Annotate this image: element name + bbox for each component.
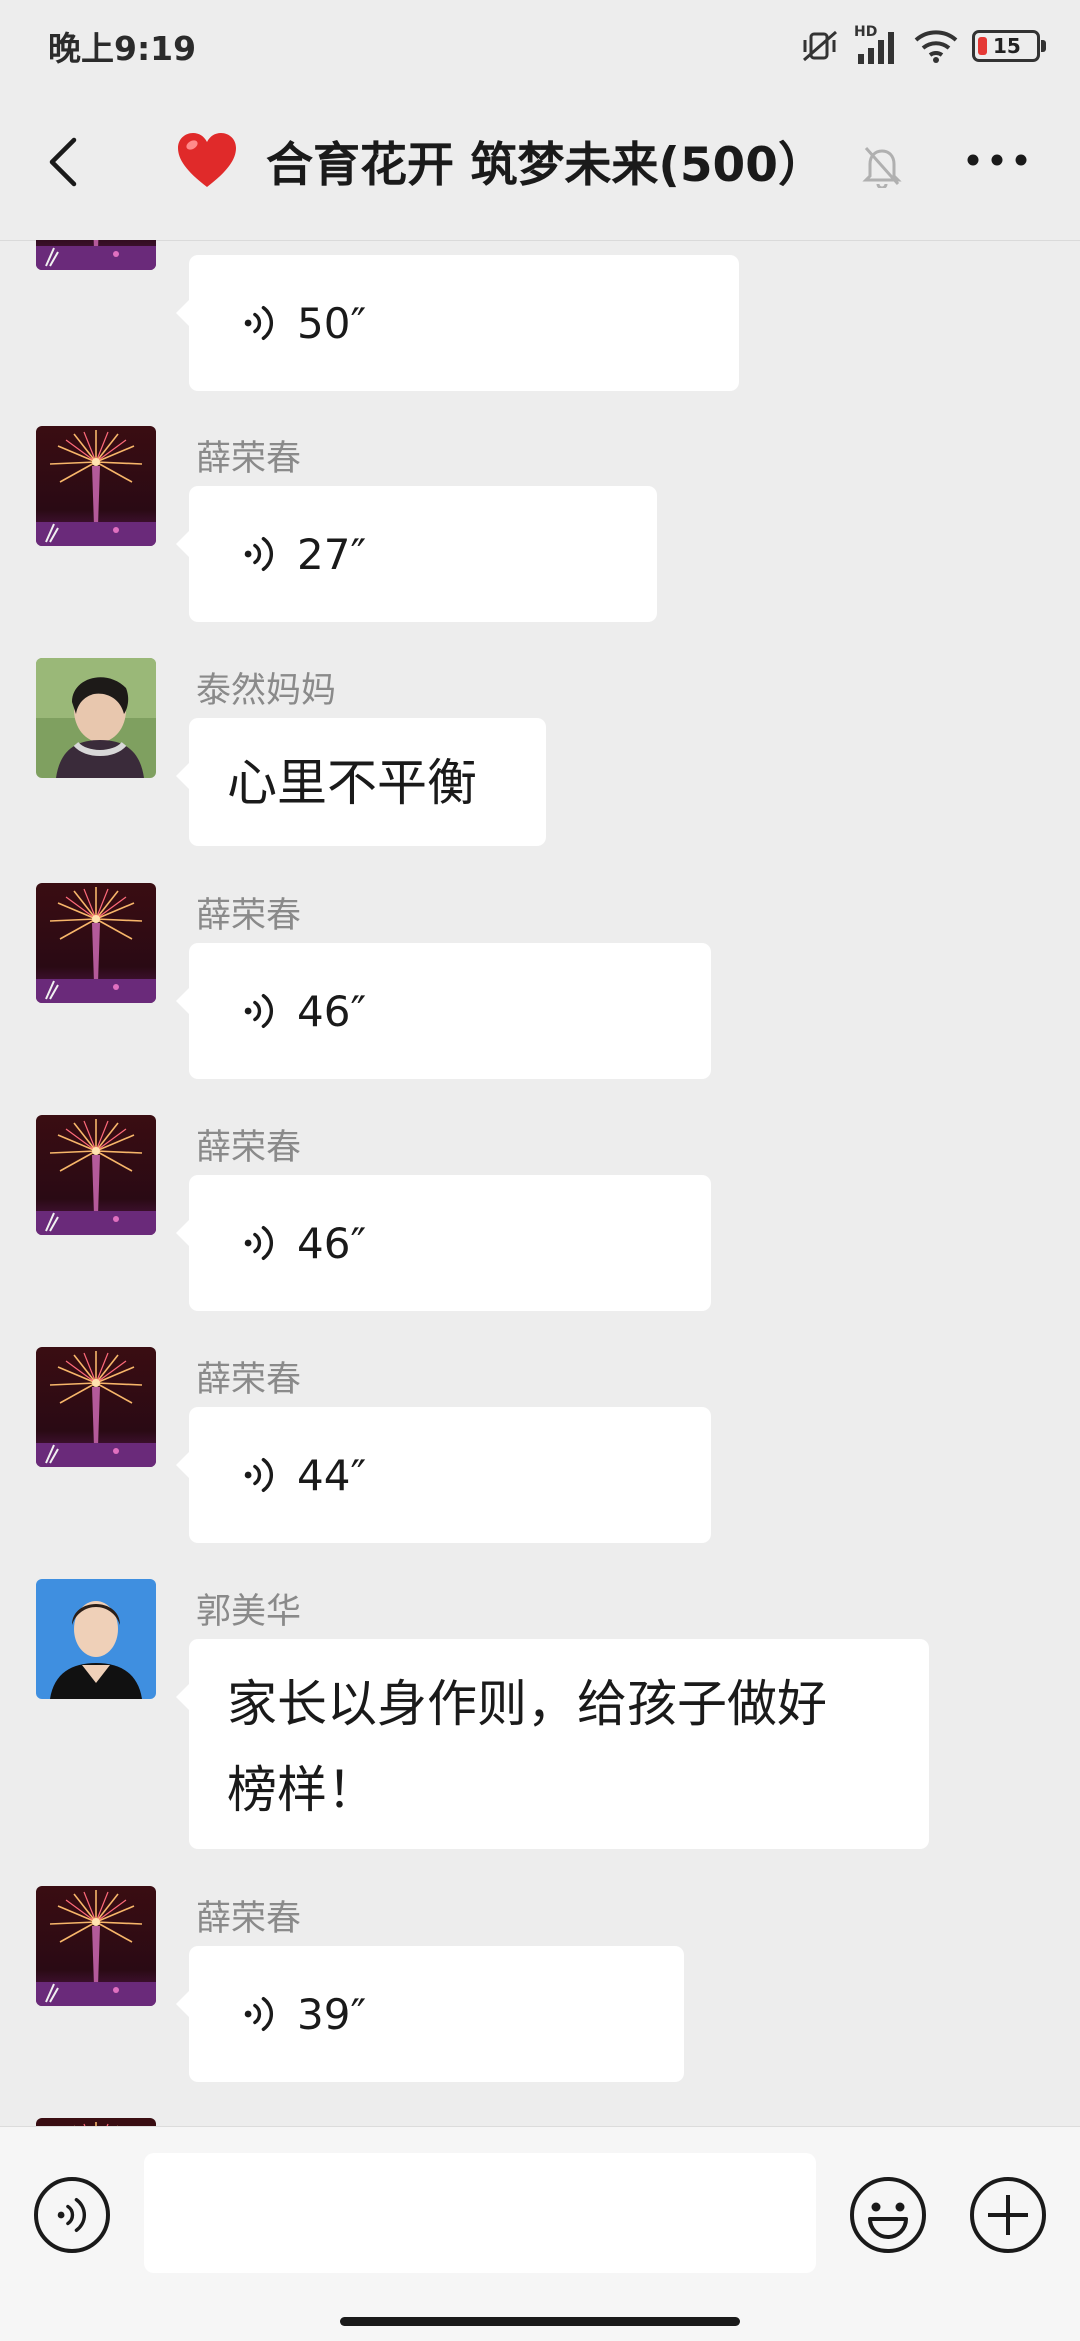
sender-name: 郭美华 xyxy=(196,1592,302,1632)
voice-duration: 39″ xyxy=(297,1989,367,2039)
avatar[interactable] xyxy=(36,883,156,1003)
message-list[interactable]: 50″ 薛荣春 27″ 泰然妈妈 心里不平衡 薛荣春 46″ 薛荣春 46″ 薛… xyxy=(0,240,1080,2126)
voice-icon xyxy=(243,1993,277,2035)
avatar[interactable] xyxy=(36,1115,156,1235)
sender-name: 薛荣春 xyxy=(196,896,302,936)
chat-header: 合育花开 筑梦未来(500） xyxy=(0,90,1080,241)
status-bar: 晚上9:19 HD 15 xyxy=(0,0,1080,90)
chat-title-text: 合育花开 筑梦未来(500） xyxy=(266,137,825,193)
text-message[interactable]: 心里不平衡 xyxy=(176,718,546,846)
voice-input-icon[interactable] xyxy=(32,2175,112,2255)
voice-duration: 27″ xyxy=(297,529,367,579)
input-bar xyxy=(0,2126,1080,2341)
voice-icon xyxy=(243,990,277,1032)
sender-name: 泰然妈妈 xyxy=(196,671,337,711)
voice-duration: 46″ xyxy=(297,1218,367,1268)
battery-icon: 15 xyxy=(972,30,1046,62)
message-text-line: 榜样！ xyxy=(227,1761,377,1819)
voice-icon xyxy=(243,302,277,344)
message-input[interactable] xyxy=(144,2153,816,2273)
avatar[interactable] xyxy=(36,240,156,270)
voice-message[interactable]: 46″ xyxy=(176,943,711,1079)
sender-name: 薛荣春 xyxy=(196,1899,302,1939)
voice-message[interactable]: 27″ xyxy=(176,486,657,622)
home-indicator[interactable] xyxy=(340,2317,740,2326)
avatar[interactable] xyxy=(36,1579,156,1699)
voice-message[interactable]: 44″ xyxy=(176,1407,711,1543)
text-message[interactable]: 家长以身作则，给孩子做好 榜样！ xyxy=(176,1639,929,1849)
sender-name: 薛荣春 xyxy=(196,1360,302,1400)
status-icons: HD 15 xyxy=(800,24,1046,68)
message-text-line: 家长以身作则，给孩子做好 xyxy=(227,1675,827,1733)
voice-icon xyxy=(243,533,277,575)
mute-bell-icon xyxy=(862,147,902,188)
battery-level: 15 xyxy=(993,34,1021,58)
more-icon[interactable] xyxy=(962,140,1032,180)
wifi-icon xyxy=(914,30,958,63)
voice-duration: 50″ xyxy=(297,298,367,348)
vibrate-off-icon xyxy=(803,30,837,62)
voice-message[interactable]: 39″ xyxy=(176,1946,684,2082)
chat-title[interactable]: 合育花开 筑梦未来(500） xyxy=(176,130,825,193)
status-time: 晚上9:19 xyxy=(48,29,197,68)
sender-name: 薛荣春 xyxy=(196,1128,302,1168)
avatar[interactable] xyxy=(36,658,156,778)
voice-icon xyxy=(243,1222,277,1264)
avatar[interactable] xyxy=(36,1886,156,2006)
avatar[interactable] xyxy=(36,2118,156,2126)
voice-icon xyxy=(243,1454,277,1496)
voice-duration: 46″ xyxy=(297,986,367,1036)
sender-name: 薛荣春 xyxy=(196,439,302,479)
back-icon[interactable] xyxy=(36,132,96,192)
voice-duration: 44″ xyxy=(297,1450,367,1500)
avatar[interactable] xyxy=(36,426,156,546)
emoji-icon[interactable] xyxy=(848,2175,928,2255)
voice-message[interactable]: 46″ xyxy=(176,1175,711,1311)
voice-message[interactable]: 50″ xyxy=(176,255,739,391)
heart-icon xyxy=(176,131,238,189)
plus-icon[interactable] xyxy=(968,2175,1048,2255)
message-text: 心里不平衡 xyxy=(227,754,477,812)
signal-icon: HD xyxy=(854,24,900,66)
avatar[interactable] xyxy=(36,1347,156,1467)
